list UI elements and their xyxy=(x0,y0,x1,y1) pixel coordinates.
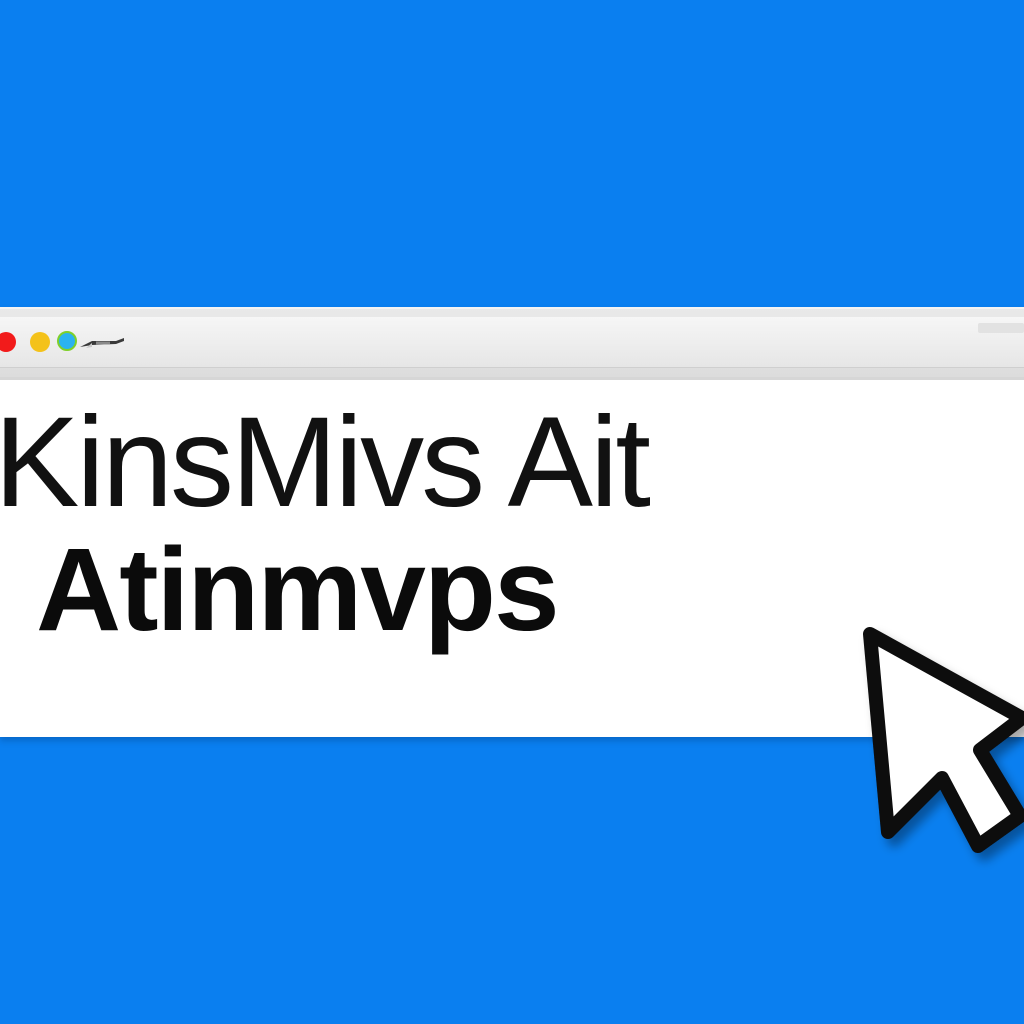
arrow-cursor-icon xyxy=(863,627,1024,853)
minimize-icon[interactable] xyxy=(30,332,50,352)
tool-icon[interactable] xyxy=(78,333,126,353)
headline-line-2: Atinmvps xyxy=(36,524,560,656)
tab-strip-edge xyxy=(978,323,1024,333)
zoom-icon[interactable] xyxy=(57,331,77,351)
headline-line-1: KinsMivs Ait xyxy=(0,391,651,534)
window-titlebar[interactable] xyxy=(0,307,1024,377)
titlebar-strip xyxy=(0,317,1024,368)
